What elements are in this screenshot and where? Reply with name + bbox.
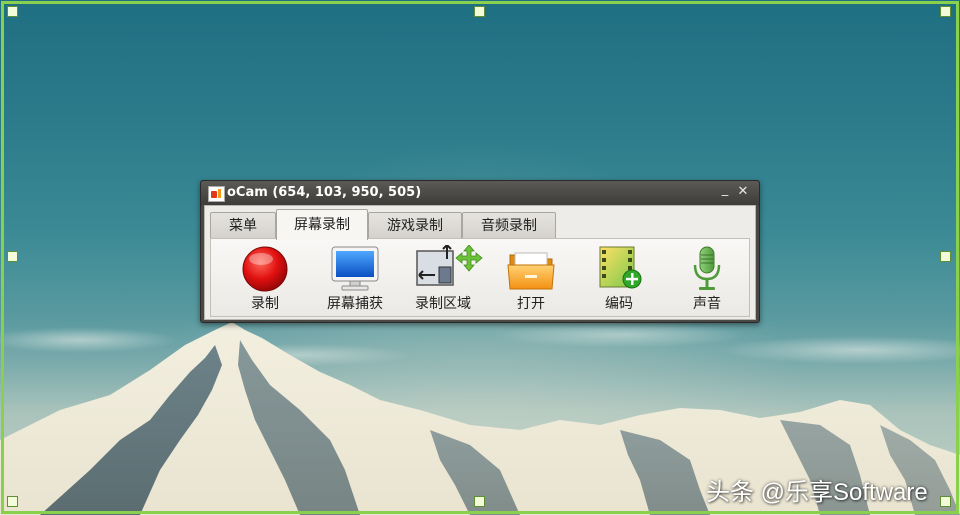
watermark-text: 头条 @乐享Software [706,479,928,506]
resize-handle-bottom-right[interactable] [940,496,951,507]
tab-audio-record[interactable]: 音频录制 [462,212,556,239]
resize-handle-bottom-left[interactable] [7,496,18,507]
encode-label: 编码 [605,296,633,312]
resize-handle-top-center[interactable] [474,6,485,17]
resize-handle-middle-right[interactable] [940,251,951,262]
ocam-window: oCam (654, 103, 950, 505) _ ✕ 菜单 屏幕录制 游戏… [200,180,760,323]
open-button[interactable]: 打开 [491,241,571,315]
recording-region-button[interactable]: 录制区域 [403,241,483,315]
monitor-icon [331,246,379,291]
recording-region-label: 录制区域 [415,296,471,312]
tab-game-record[interactable]: 游戏录制 [368,212,462,239]
sound-label: 声音 [693,296,721,312]
resize-handle-top-left[interactable] [7,6,18,17]
resize-handle-top-right[interactable] [940,6,951,17]
tab-menu[interactable]: 菜单 [210,212,276,239]
sound-button[interactable]: 声音 [667,241,747,315]
record-label: 录制 [251,296,279,312]
film-icon [599,246,642,289]
folder-icon [507,252,555,290]
microphone-icon [693,246,721,290]
minimize-button[interactable]: _ [717,182,733,198]
open-label: 打开 [517,296,545,312]
encode-button[interactable]: 编码 [579,241,659,315]
tab-screen-record[interactable]: 屏幕录制 [276,209,368,240]
region-icon [416,245,483,286]
close-button[interactable]: ✕ [735,184,751,200]
title-bar[interactable]: oCam (654, 103, 950, 505) _ ✕ [201,181,759,205]
resize-handle-middle-left[interactable] [7,251,18,262]
window-title: oCam (654, 103, 950, 505) [227,185,422,200]
ocam-app-icon [208,186,225,202]
screen-capture-button[interactable]: 屏幕捕获 [315,241,395,315]
record-button[interactable]: 录制 [225,241,305,315]
toolbar: 录制 屏幕捕获 录制区域 打开 编码 声音 [210,238,750,317]
main-panel: 菜单 屏幕录制 游戏录制 音频录制 录制 屏幕捕获 录制区域 打开 编码 声音 [204,205,756,320]
screen-capture-label: 屏幕捕获 [327,296,383,312]
record-icon [242,246,288,292]
resize-handle-bottom-center[interactable] [474,496,485,507]
